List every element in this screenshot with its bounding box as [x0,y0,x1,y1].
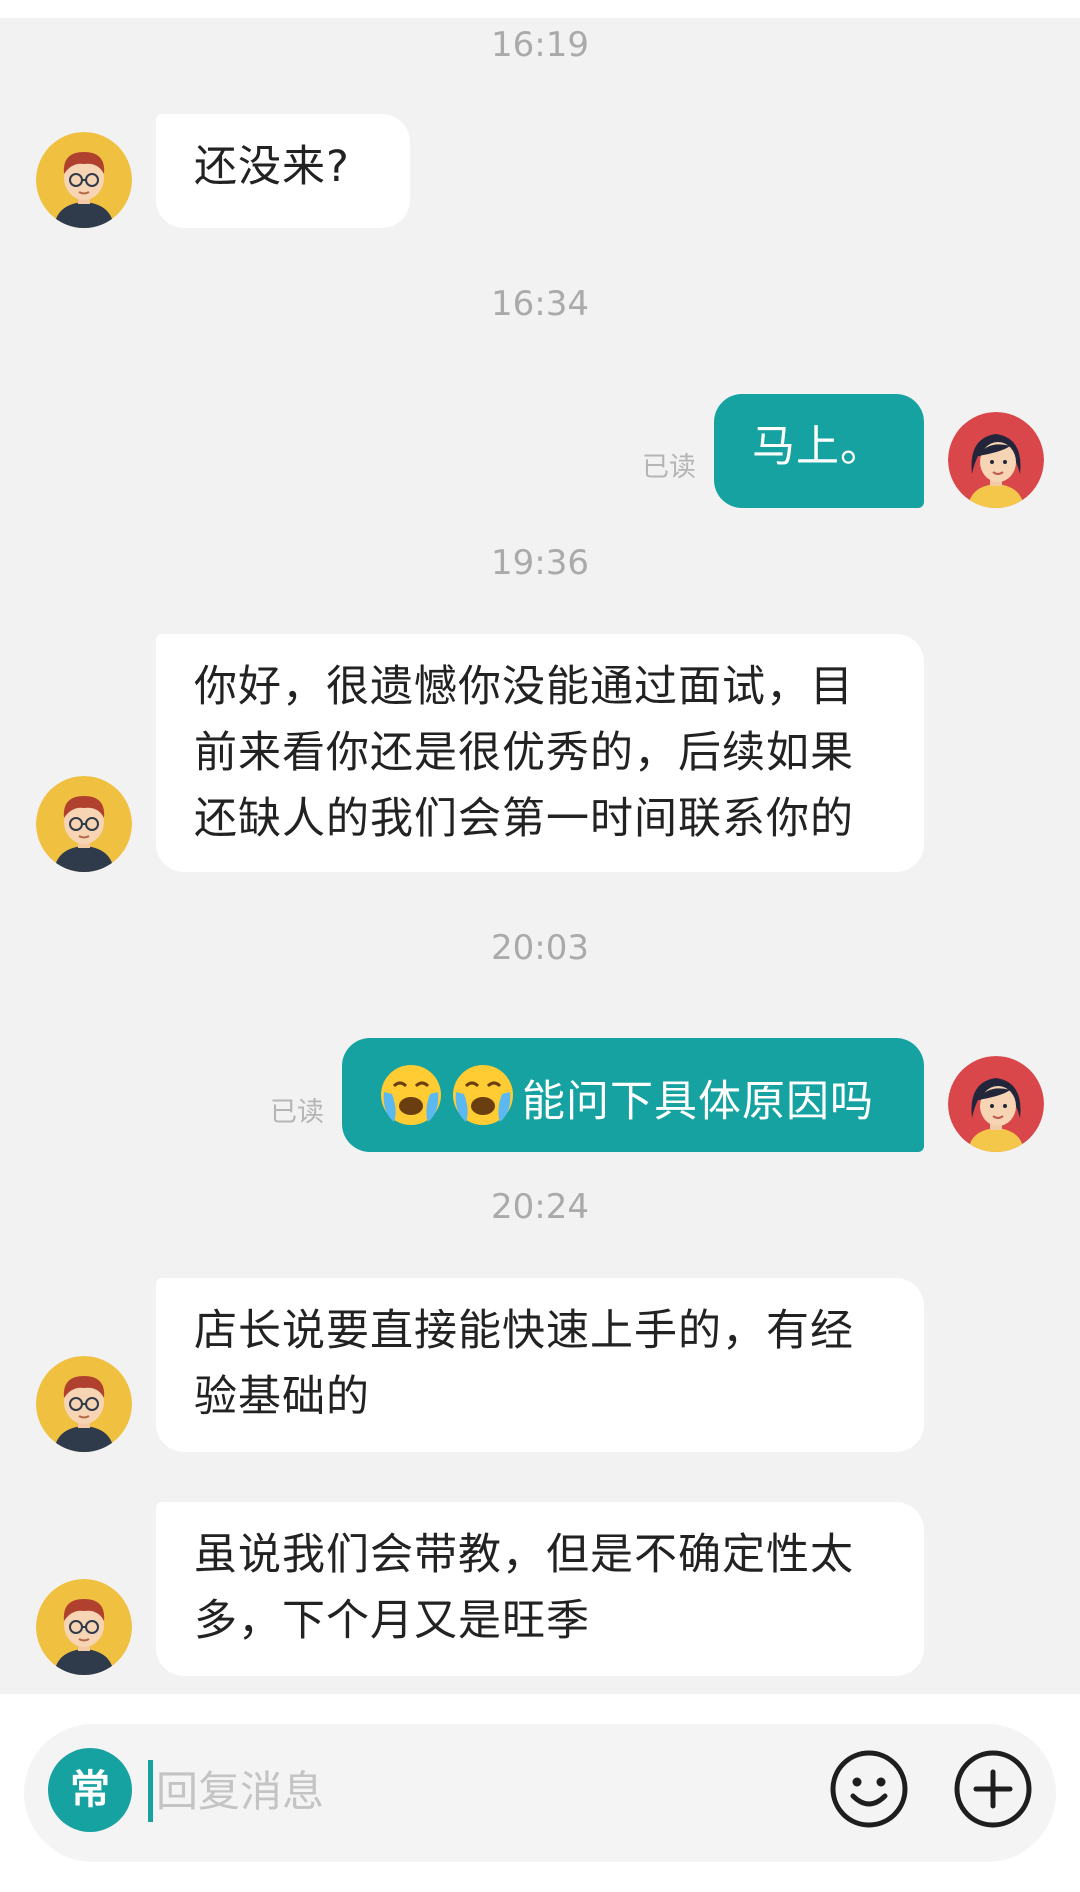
contact-avatar[interactable] [36,1356,132,1452]
read-status: 已读 [642,452,696,483]
my-avatar[interactable] [948,412,1044,508]
contact-avatar[interactable] [36,776,132,872]
common-phrases-button[interactable]: 常 [48,1748,132,1832]
reply-input[interactable] [156,1760,816,1822]
outgoing-message[interactable]: 马上。 [714,394,924,508]
contact-avatar[interactable] [36,132,132,228]
timestamp: 16:19 [491,25,589,65]
outgoing-message[interactable]: 能问下具体原因吗 [342,1038,924,1152]
plus-icon[interactable] [952,1748,1034,1830]
timestamp: 19:36 [491,543,589,583]
read-status: 已读 [270,1097,324,1128]
timestamp: 20:24 [491,1187,589,1227]
loudly-crying-face-icon [450,1062,516,1128]
incoming-message[interactable]: 店长说要直接能快速上手的，有经验基础的 [156,1278,924,1452]
composer-bar: 常 [0,1694,1080,1892]
reply-box[interactable]: 常 [24,1724,1056,1862]
chat-list[interactable]: 16:19 还没来? 16:34 已读 马上。 19:36 你好，很遗憾你没能通… [0,18,1080,1694]
outgoing-message-text: 能问下具体原因吗 [522,1077,874,1127]
contact-avatar[interactable] [36,1579,132,1675]
incoming-message[interactable]: 你好，很遗憾你没能通过面试，目前来看你还是很优秀的，后续如果还缺人的我们会第一时… [156,634,924,872]
my-avatar[interactable] [948,1056,1044,1152]
incoming-message[interactable]: 还没来? [156,114,410,228]
timestamp: 16:34 [491,284,589,324]
text-caret [148,1760,153,1822]
timestamp: 20:03 [491,928,589,968]
loudly-crying-face-icon [378,1062,444,1128]
top-bar [0,0,1080,18]
incoming-message[interactable]: 虽说我们会带教，但是不确定性太多，下个月又是旺季 [156,1502,924,1676]
smiley-icon[interactable] [828,1748,910,1830]
